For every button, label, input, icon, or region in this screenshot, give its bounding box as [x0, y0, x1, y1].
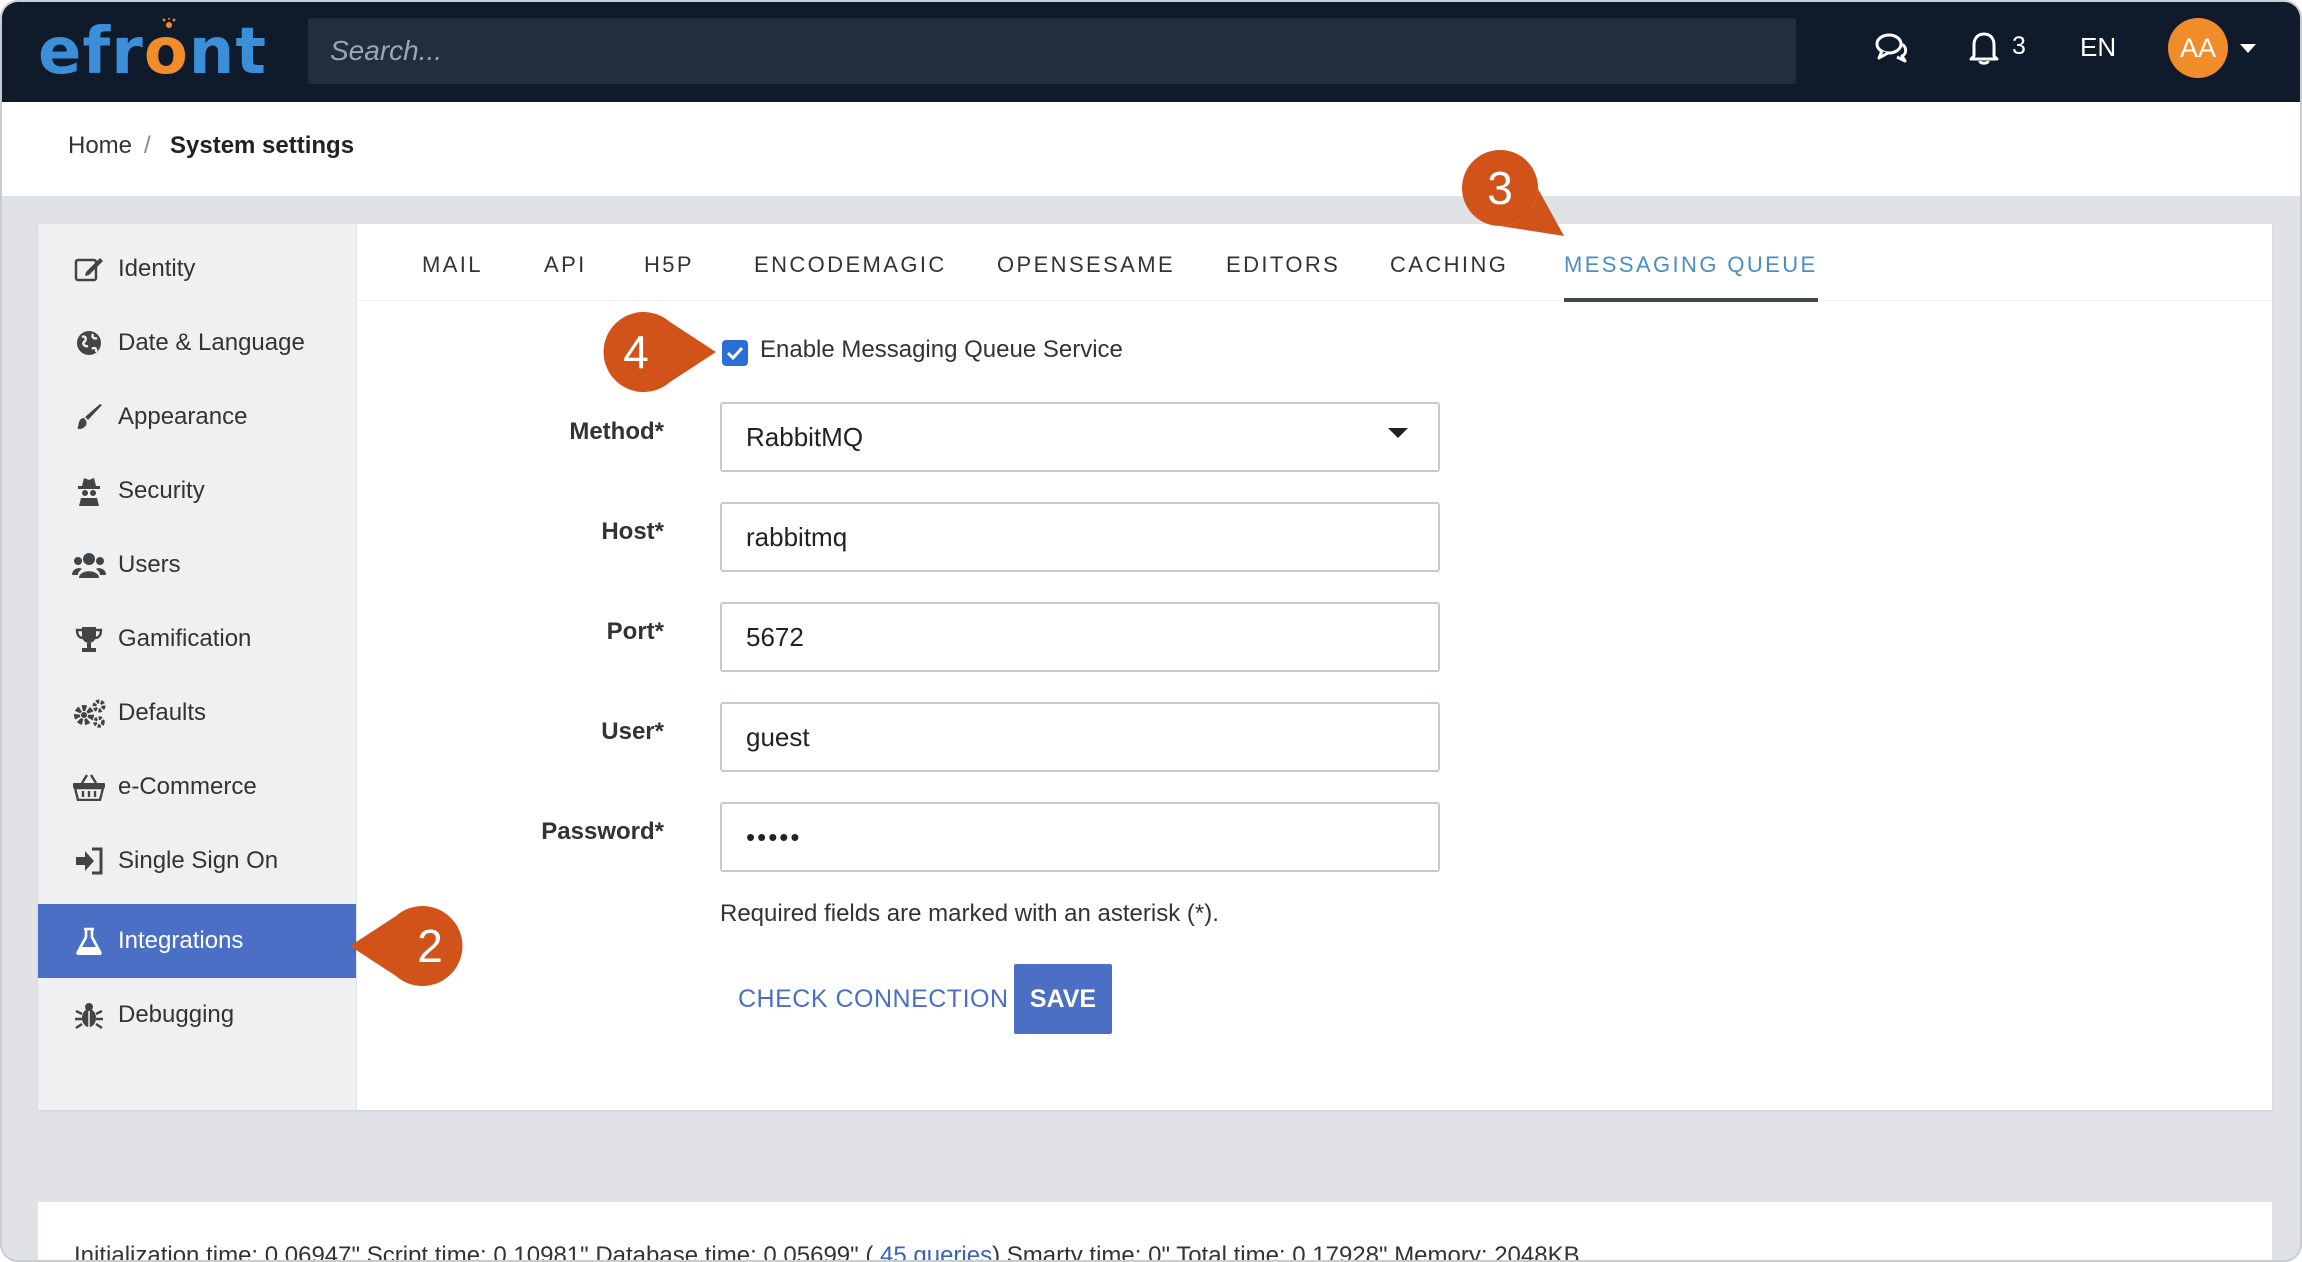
- sidebar-item-label: e-Commerce: [118, 773, 257, 800]
- sidebar-item-label: Users: [118, 551, 181, 578]
- settings-tabs: MAIL API H5P ENCODEMAGIC OPENSESAME EDIT…: [356, 224, 2272, 302]
- method-chevron-down-icon[interactable]: [1388, 428, 1408, 438]
- sidebar-item-label: Integrations: [118, 927, 244, 954]
- flask-icon: [72, 926, 106, 956]
- sidebar-item-date-language[interactable]: Date & Language: [38, 306, 356, 380]
- sidebar-item-debugging[interactable]: Debugging: [38, 978, 356, 1052]
- breadcrumb-separator: /: [144, 132, 151, 159]
- timing-text-before: Initialization time: 0.06947" Script tim…: [74, 1242, 874, 1262]
- sidebar-item-label: Date & Language: [118, 329, 305, 356]
- sidebar-item-label: Appearance: [118, 403, 248, 430]
- search-input[interactable]: [308, 18, 1796, 84]
- sidebar-item-label: Identity: [118, 255, 196, 282]
- bell-icon[interactable]: [1968, 30, 2000, 66]
- method-label: Method*: [569, 418, 664, 445]
- sidebar-item-label: Debugging: [118, 1001, 235, 1028]
- timing-text-after: ) Smarty time: 0" Total time: 0.17928" M…: [992, 1242, 1580, 1262]
- sidebar-item-defaults[interactable]: Defaults: [38, 676, 356, 750]
- settings-sidebar: Identity Date & Language Appearance Secu…: [38, 224, 357, 1110]
- sidebar-item-label: Gamification: [118, 625, 252, 652]
- breadcrumb: Home / System settings: [2, 102, 2300, 196]
- host-input[interactable]: [720, 502, 1440, 572]
- app-window: efront 3 EN AA Home / System settings: [0, 0, 2302, 1262]
- trophy-icon: [72, 624, 106, 654]
- sign-in-icon: [72, 846, 106, 876]
- user-label: User*: [601, 718, 664, 745]
- tab-caching[interactable]: CACHING: [1390, 252, 1508, 298]
- globe-icon: [72, 328, 106, 358]
- port-input[interactable]: [720, 602, 1440, 672]
- sidebar-item-users[interactable]: Users: [38, 528, 356, 602]
- host-label: Host*: [601, 518, 664, 545]
- chat-icon[interactable]: [1874, 30, 1910, 66]
- callout-4-number: 4: [623, 326, 649, 378]
- tab-encodemagic[interactable]: ENCODEMAGIC: [754, 252, 947, 298]
- required-fields-note: Required fields are marked with an aster…: [720, 900, 1219, 927]
- password-label: Password*: [541, 818, 664, 845]
- users-icon: [72, 550, 106, 580]
- top-navbar: efront 3 EN AA: [2, 2, 2300, 102]
- enable-messaging-queue-checkbox[interactable]: [722, 340, 748, 366]
- save-button[interactable]: SAVE: [1014, 964, 1112, 1034]
- basket-icon: [72, 772, 106, 802]
- breadcrumb-home-link[interactable]: Home: [68, 132, 132, 160]
- notification-count[interactable]: 3: [2012, 32, 2026, 61]
- timing-stats: Initialization time: 0.06947" Script tim…: [74, 1242, 1580, 1262]
- language-selector[interactable]: EN: [2080, 32, 2116, 63]
- port-label: Port*: [606, 618, 664, 645]
- tab-editors[interactable]: EDITORS: [1226, 252, 1340, 298]
- sidebar-item-gamification[interactable]: Gamification: [38, 602, 356, 676]
- check-connection-button[interactable]: CHECK CONNECTION: [720, 964, 1027, 1034]
- edit-icon: [72, 254, 106, 284]
- method-select[interactable]: RabbitMQ: [720, 402, 1440, 472]
- sidebar-item-label: Security: [118, 477, 205, 504]
- sidebar-item-label: Defaults: [118, 699, 207, 726]
- logo-spark-icon: [162, 18, 176, 28]
- tab-opensesame[interactable]: OPENSESAME: [997, 252, 1175, 298]
- brush-icon: [72, 402, 106, 432]
- sidebar-item-integrations[interactable]: Integrations: [38, 904, 356, 978]
- sidebar-item-identity[interactable]: Identity: [38, 232, 356, 306]
- user-avatar[interactable]: AA: [2168, 18, 2228, 78]
- user-menu-chevron-down-icon[interactable]: [2240, 44, 2256, 53]
- logo-text-right: nt: [188, 15, 267, 89]
- callout-2-number: 2: [417, 920, 443, 972]
- enable-messaging-queue-label[interactable]: Enable Messaging Queue Service: [760, 336, 1123, 364]
- gears-icon: [72, 698, 106, 728]
- queries-link[interactable]: 45 queries: [873, 1242, 992, 1260]
- password-input[interactable]: [720, 802, 1440, 872]
- page-title: System settings: [170, 132, 355, 159]
- tab-mail[interactable]: MAIL: [422, 252, 483, 298]
- spy-icon: [72, 476, 106, 506]
- user-input[interactable]: [720, 702, 1440, 772]
- efront-logo[interactable]: efront: [38, 14, 266, 90]
- sidebar-item-security[interactable]: Security: [38, 454, 356, 528]
- tab-h5p[interactable]: H5P: [644, 252, 694, 298]
- sidebar-item-label: Single Sign On: [118, 847, 279, 874]
- callout-3-number: 3: [1487, 162, 1513, 214]
- sidebar-item-e-commerce[interactable]: e-Commerce: [38, 750, 356, 824]
- sidebar-item-single-sign-on[interactable]: Single Sign On: [38, 824, 356, 898]
- logo-text-left: efr: [38, 15, 144, 89]
- bug-icon: [72, 1000, 106, 1030]
- debug-footer: Initialization time: 0.06947" Script tim…: [38, 1202, 2272, 1262]
- tab-api[interactable]: API: [544, 252, 587, 298]
- sidebar-item-appearance[interactable]: Appearance: [38, 380, 356, 454]
- checkmark-icon: [726, 346, 744, 361]
- tab-messaging-queue[interactable]: MESSAGING QUEUE: [1564, 252, 1818, 302]
- method-selected-value: RabbitMQ: [746, 422, 864, 452]
